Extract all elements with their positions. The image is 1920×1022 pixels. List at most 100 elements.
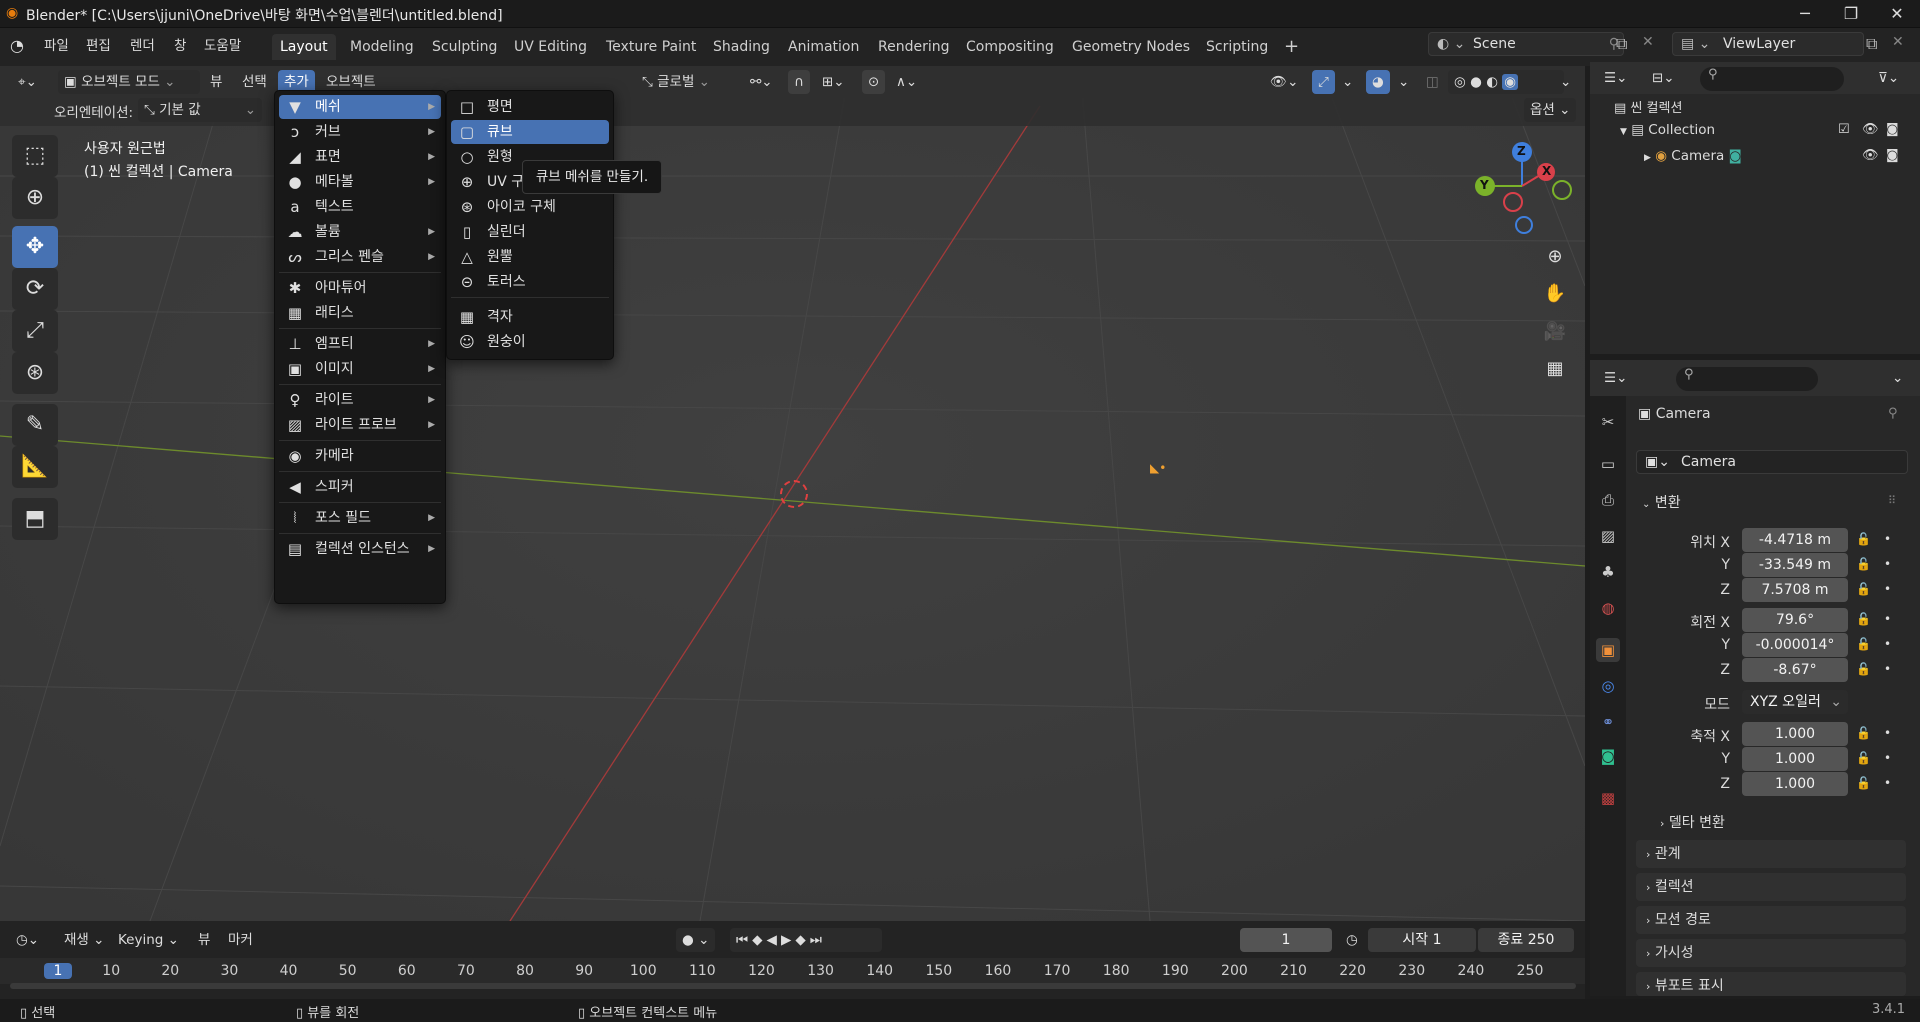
current-frame-field[interactable]: 1 — [1240, 928, 1332, 952]
shading-dropdown-icon[interactable]: ⌄ — [1554, 70, 1577, 94]
tab-scripting[interactable]: Scripting — [1198, 34, 1276, 60]
keyframe-dot-icon[interactable]: • — [1884, 726, 1891, 740]
ortho-grid-icon[interactable]: ▦ — [1538, 352, 1572, 386]
close-button[interactable]: ✕ — [1874, 0, 1920, 28]
lock-icon[interactable]: 🔓 — [1856, 662, 1871, 676]
add-menu-item[interactable]: ⦚ 포스 필드 ▶ — [279, 506, 441, 530]
lock-icon[interactable]: 🔓 — [1856, 726, 1871, 740]
motion-paths-section[interactable]: › 모션 경로 — [1636, 906, 1906, 934]
mode-selector[interactable]: ▣ 오브젝트 모드 ⌄ — [58, 70, 200, 94]
add-menu-item[interactable]: ☁ 볼륨 ▶ — [279, 220, 441, 244]
outliner-search-icon[interactable]: ⚲ — [1700, 67, 1844, 91]
world-tab-icon[interactable]: ◍ — [1596, 596, 1620, 620]
annotate-tool-icon[interactable]: ✎ — [12, 404, 58, 446]
proportional-icon[interactable]: ⊙ — [862, 70, 886, 94]
auto-keying-icon[interactable]: ● ⌄ — [676, 928, 716, 952]
add-menu-item[interactable]: ⊥ 엠프티 ▶ — [279, 332, 441, 356]
lock-icon[interactable]: 🔓 — [1856, 637, 1871, 651]
collection-row[interactable]: ▼ ▤ Collection — [1620, 122, 1715, 138]
tab-rendering[interactable]: Rendering — [870, 34, 958, 60]
keyframe-dot-icon[interactable]: • — [1884, 776, 1891, 790]
tab-texture-paint[interactable]: Texture Paint — [598, 34, 704, 60]
add-menu-item[interactable]: ᔕ 그리스 펜슬 ▶ — [279, 245, 441, 269]
add-workspace-button[interactable]: + — [1276, 34, 1307, 60]
rotate-tool-icon[interactable]: ⟳ — [12, 268, 58, 310]
mesh-menu-item[interactable]: △ 원뿔 — [451, 245, 609, 269]
tab-shading[interactable]: Shading — [705, 34, 778, 60]
camera-row[interactable]: ▶ ◉ Camera ◙ — [1644, 148, 1742, 164]
timeline-editor-type-icon[interactable]: ◷⌄ — [10, 928, 45, 952]
collection-eye-icon[interactable]: 👁 — [1862, 122, 1879, 137]
orientation-default-selector[interactable]: ⤡ 기본 값 ⌄ — [138, 98, 262, 122]
rendered-shading-icon[interactable]: ◉ — [1502, 74, 1519, 90]
camera-data-icon[interactable]: ◙ — [1729, 148, 1742, 164]
pan-hand-icon[interactable]: ✋ — [1538, 277, 1572, 311]
maximize-button[interactable]: ❐ — [1828, 0, 1874, 28]
tab-compositing[interactable]: Compositing — [958, 34, 1062, 60]
menu-window[interactable]: 창 — [166, 34, 194, 58]
add-menu-item[interactable]: ◉ 카메라 — [279, 444, 441, 468]
menu-edit[interactable]: 편집 — [78, 34, 119, 58]
scale-z-field[interactable]: 1.000 — [1742, 772, 1848, 796]
mesh-menu-item[interactable]: ☺ 원숭이 — [451, 330, 609, 354]
add-menu-item[interactable]: ▨ 라이트 프로브 ▶ — [279, 413, 441, 437]
keyframe-dot-icon[interactable]: • — [1884, 751, 1891, 765]
lock-icon[interactable]: 🔓 — [1856, 776, 1871, 790]
add-menu-item[interactable]: ♀ 라이트 ▶ — [279, 388, 441, 412]
falloff-icon[interactable]: ∧⌄ — [890, 70, 923, 94]
mesh-menu-item[interactable]: □ 평면 — [451, 95, 609, 119]
overlay-dropdown-icon[interactable]: ⌄ — [1392, 70, 1415, 94]
viewlayer-selector[interactable]: ▤ ⌄ ViewLayer — [1672, 32, 1864, 56]
mesh-menu-item[interactable]: ▯ 실린더 — [451, 220, 609, 244]
move-tool-icon[interactable]: ✥ — [12, 226, 58, 268]
outliner-editor-type-icon[interactable]: ☰⌄ — [1598, 66, 1633, 90]
keyframe-dot-icon[interactable]: • — [1884, 582, 1891, 596]
material-shading-icon[interactable]: ◐ — [1486, 74, 1498, 90]
lock-icon[interactable]: 🔓 — [1856, 532, 1871, 546]
object-name-field[interactable]: ▣⌄ Camera — [1636, 450, 1908, 474]
collection-checkbox-icon[interactable]: ☑ — [1838, 122, 1850, 137]
delete-scene-icon[interactable]: ✕ — [1642, 34, 1654, 50]
scale-x-field[interactable]: 1.000 — [1742, 722, 1848, 746]
camera-render-icon[interactable]: ◙ — [1886, 148, 1899, 163]
gizmo-dropdown-icon[interactable]: ⌄ — [1336, 70, 1359, 94]
menu-keying[interactable]: Keying ⌄ — [112, 928, 185, 952]
lock-icon[interactable]: 🔓 — [1856, 751, 1871, 765]
location-y-field[interactable]: -33.549 m — [1742, 553, 1848, 577]
keyframe-dot-icon[interactable]: • — [1884, 637, 1891, 651]
playback-controls[interactable]: ⏮◆◀▶◆⏭ — [730, 928, 882, 952]
visibility-icon[interactable]: 👁⌄ — [1264, 70, 1304, 94]
keyframe-dot-icon[interactable]: • — [1884, 662, 1891, 676]
expand-arrow-icon[interactable]: ▶ — [1644, 153, 1651, 163]
play-reverse-icon[interactable]: ◀ — [767, 932, 781, 948]
collection-camera-icon[interactable]: ◙ — [1886, 122, 1899, 137]
minimize-button[interactable]: ─ — [1782, 0, 1828, 28]
solid-shading-icon[interactable]: ● — [1470, 74, 1482, 90]
rotation-z-field[interactable]: -8.67° — [1742, 658, 1848, 682]
drag-handle-icon[interactable]: ⠿ — [1888, 494, 1896, 507]
preview-range-icon[interactable]: ◷ — [1340, 928, 1364, 952]
view-layer-tab-icon[interactable]: ▨ — [1596, 524, 1620, 548]
add-menu-item[interactable]: ▣ 이미지 ▶ — [279, 357, 441, 381]
start-frame-field[interactable]: 시작 1 — [1368, 928, 1476, 952]
physics-tab-icon[interactable]: ◎ — [1596, 674, 1620, 698]
options-dropdown[interactable]: 옵션 ⌄ — [1524, 98, 1577, 122]
cursor-tool-icon[interactable]: ⊕ — [12, 177, 58, 219]
add-menu-item[interactable]: ◢ 표면 ▶ — [279, 145, 441, 169]
location-x-field[interactable]: -4.4718 m — [1742, 528, 1848, 552]
tab-uv-editing[interactable]: UV Editing — [506, 34, 595, 60]
end-frame-field[interactable]: 종료 250 — [1478, 928, 1574, 952]
location-z-field[interactable]: 7.5708 m — [1742, 578, 1848, 602]
pin-icon[interactable]: ⚲ — [1888, 406, 1898, 421]
expand-arrow-icon[interactable]: › — [1660, 817, 1664, 830]
jump-start-icon[interactable]: ⏮ — [736, 932, 752, 948]
menu-marker[interactable]: 마커 — [222, 928, 259, 952]
scene-collection-row[interactable]: ▤ 씬 컬렉션 — [1614, 97, 1682, 116]
add-cube-tool-icon[interactable]: ⬒ — [12, 498, 58, 540]
camera-object-icon[interactable]: ◣• — [1150, 461, 1166, 475]
snap-target-icon[interactable]: ⊞⌄ — [816, 70, 851, 94]
pivot-icon[interactable]: ⚯⌄ — [744, 70, 779, 94]
add-menu-item[interactable]: ◀ 스피커 — [279, 475, 441, 499]
delta-transform-section[interactable]: › 델타 변환 — [1660, 812, 1725, 832]
menu-playback[interactable]: 재생 ⌄ — [58, 928, 110, 952]
